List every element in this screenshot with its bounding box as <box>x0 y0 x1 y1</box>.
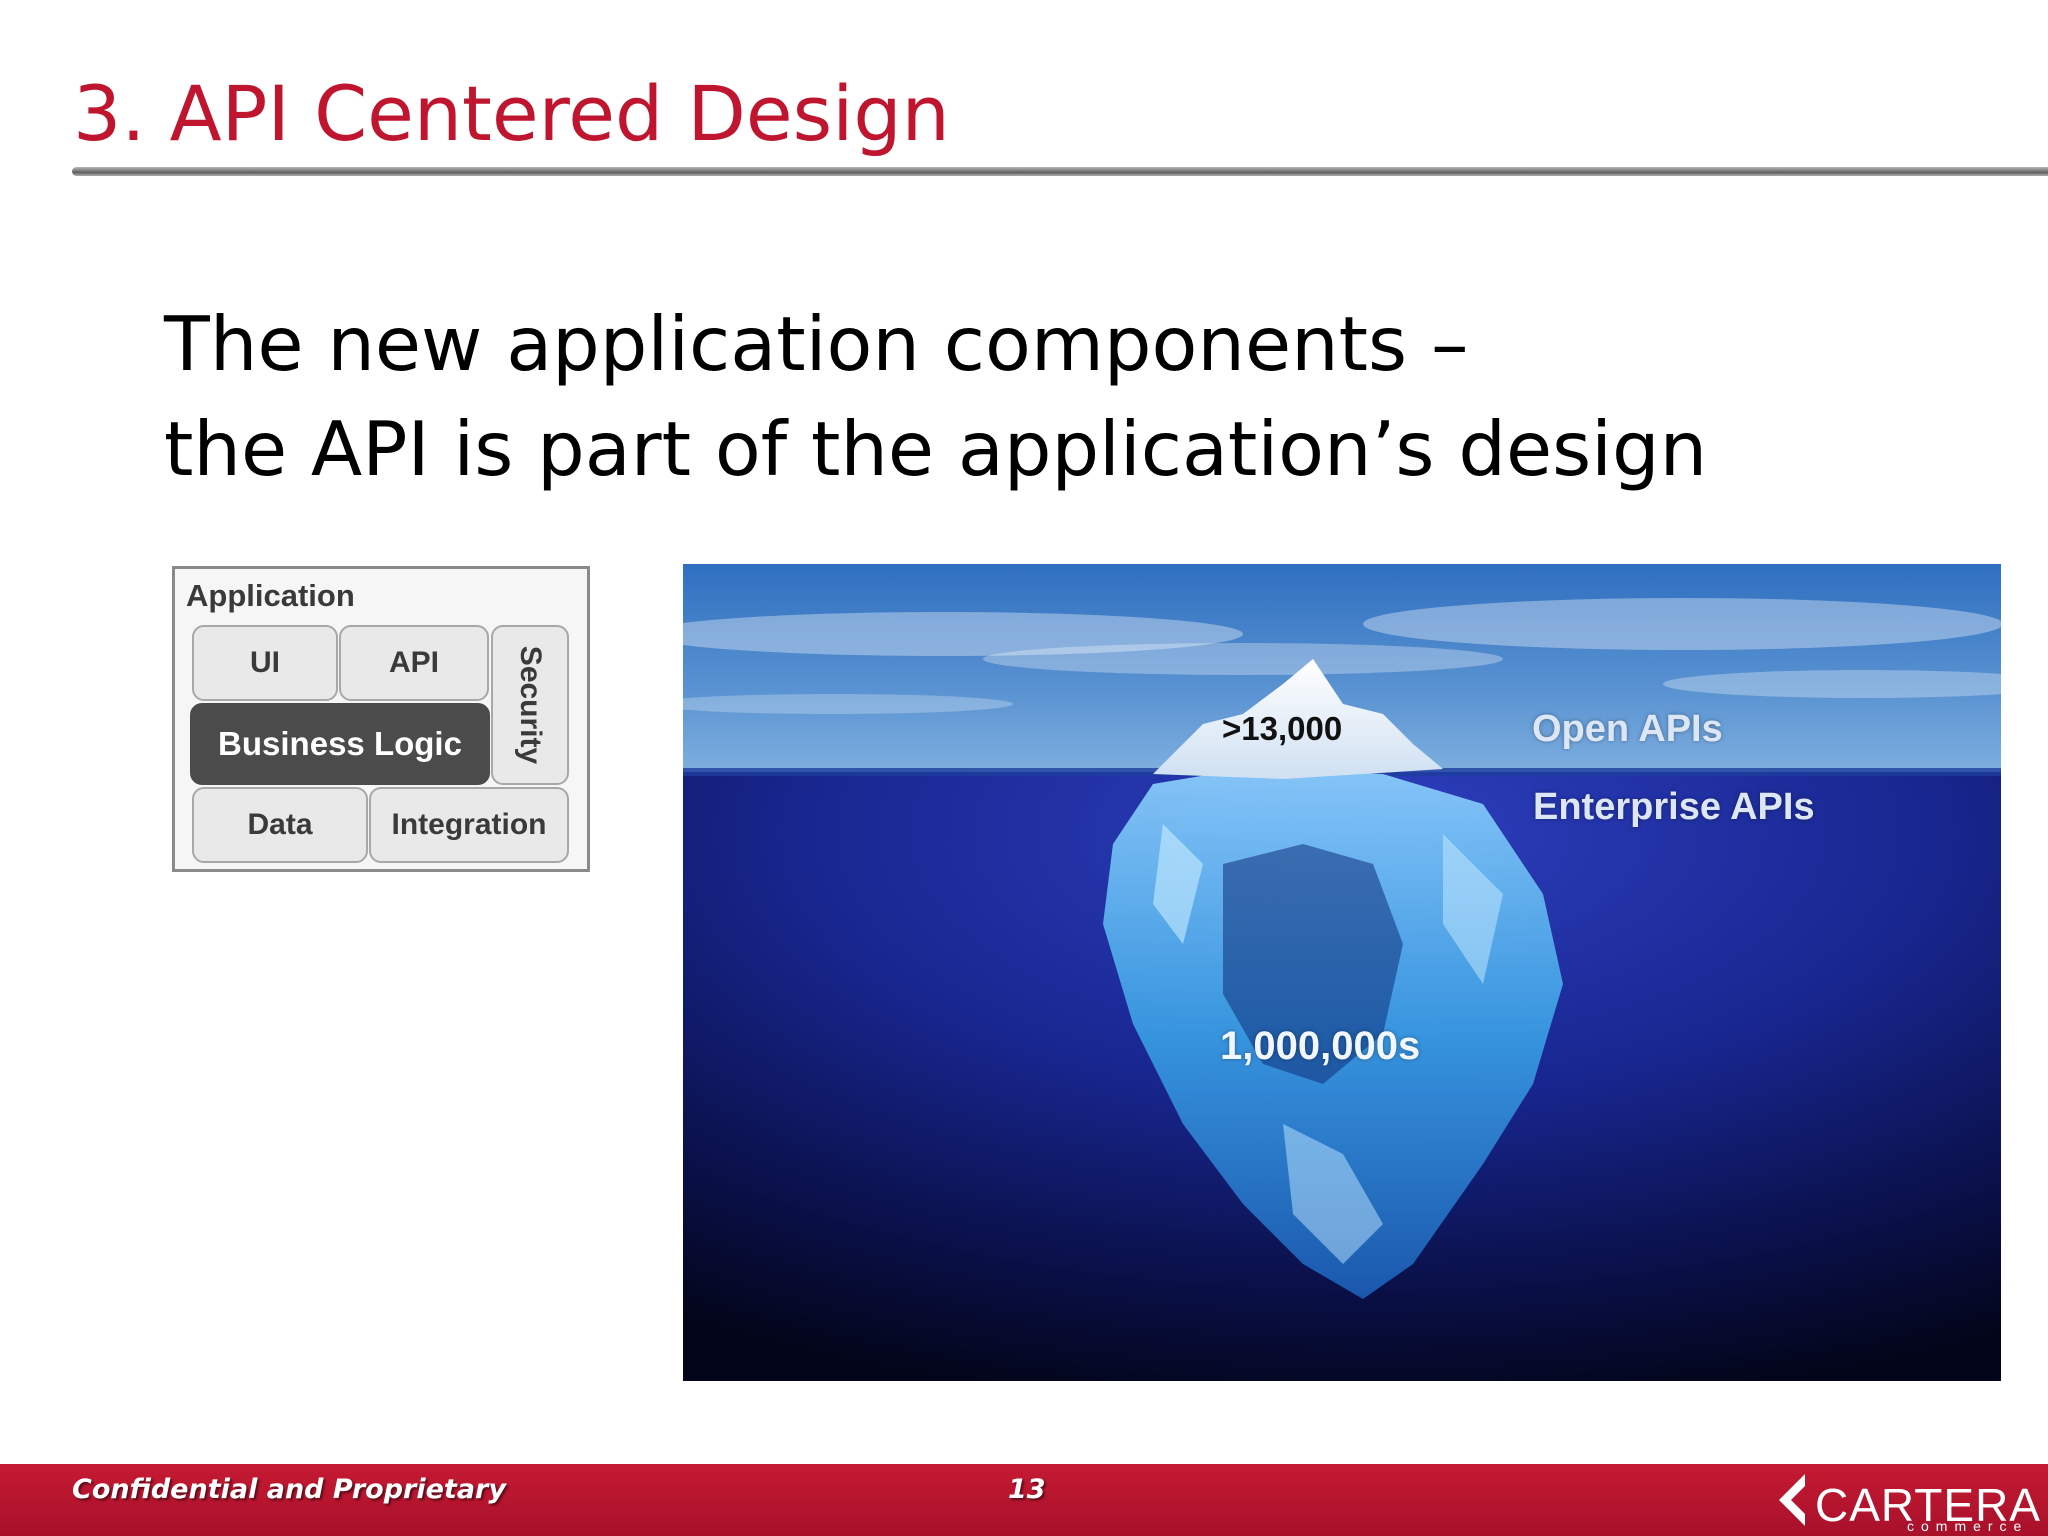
headline: The new application components – the API… <box>164 292 1707 502</box>
open-apis-label: Open APIs <box>1532 708 1723 750</box>
data-block: Data <box>192 787 368 863</box>
security-label: Security <box>514 645 548 765</box>
headline-line-1: The new application components – <box>164 300 1469 388</box>
api-block: API <box>339 625 489 701</box>
logo-subtext: commerce <box>1907 1518 2029 1534</box>
tip-count-label: >13,000 <box>1222 710 1343 747</box>
page-number: 13 <box>1008 1474 1046 1505</box>
cartera-logo: CARTERA commerce <box>1775 1468 2048 1534</box>
ui-block: UI <box>192 625 338 701</box>
application-diagram: Application UI API Security Business Log… <box>172 566 590 872</box>
security-block: Security <box>491 625 569 785</box>
iceberg-illustration <box>683 564 2001 1381</box>
integration-block: Integration <box>369 787 569 863</box>
headline-line-2: the API is part of the application’s des… <box>164 405 1708 493</box>
iceberg-image: >13,000 Open APIs Enterprise APIs 1,000,… <box>683 564 2001 1381</box>
business-logic-block: Business Logic <box>190 703 490 785</box>
application-label: Application <box>186 578 355 613</box>
confidential-notice: Confidential and Proprietary <box>72 1474 506 1505</box>
logo-mark-icon <box>1779 1474 1805 1526</box>
title-divider <box>72 167 2048 176</box>
slide-title: 3. API Centered Design <box>73 69 950 158</box>
footer-bar: Confidential and Proprietary 13 CARTERA … <box>0 1464 2048 1536</box>
submerged-count-label: 1,000,000s <box>1220 1024 1421 1068</box>
enterprise-apis-label: Enterprise APIs <box>1533 786 1815 828</box>
